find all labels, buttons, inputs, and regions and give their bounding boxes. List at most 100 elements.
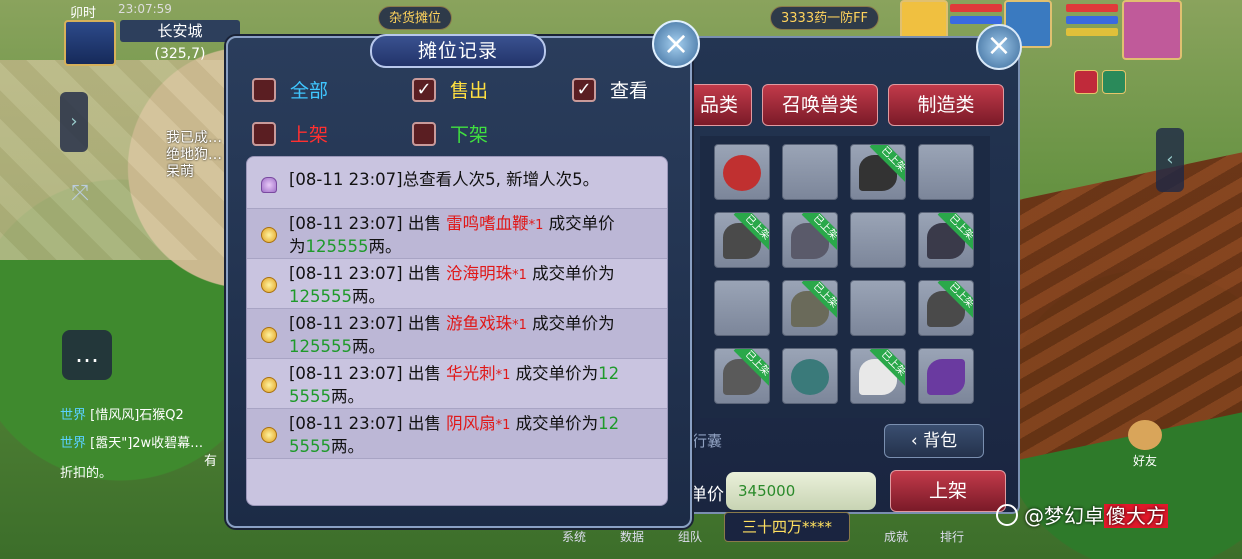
item-slot[interactable] bbox=[782, 144, 838, 200]
pet-mp-bar bbox=[950, 16, 1002, 24]
item-slot[interactable] bbox=[714, 280, 770, 336]
expand-arrows-icon[interactable]: ⤧ bbox=[62, 176, 98, 212]
city-name: 长安城 bbox=[120, 20, 240, 42]
filter-listed[interactable]: 上架 bbox=[252, 120, 328, 150]
ring-icon bbox=[791, 359, 829, 395]
record-log[interactable]: [08-11 23:07]总查看人次5, 新增人次5。 [08-11 23:07… bbox=[246, 156, 668, 506]
chat-channel: 世界 bbox=[60, 408, 87, 423]
checkbox-icon[interactable] bbox=[252, 121, 276, 146]
item-name: 沧海明珠 bbox=[446, 264, 513, 283]
handshake-icon bbox=[1128, 420, 1162, 450]
item-slot[interactable]: 已上架 bbox=[782, 212, 838, 268]
filter-label: 全部 bbox=[290, 80, 329, 102]
filter-all[interactable]: 全部 bbox=[252, 76, 328, 106]
pearl-icon bbox=[927, 359, 965, 395]
item-slot[interactable] bbox=[782, 348, 838, 404]
tab-summons[interactable]: 召唤兽类 bbox=[762, 84, 878, 126]
item-slot[interactable]: 已上架 bbox=[782, 280, 838, 336]
filter-unlisted[interactable]: 下架 bbox=[412, 120, 488, 150]
entry-mid: 成交单价 bbox=[543, 214, 615, 233]
chat-line-tail: 折扣的。 bbox=[60, 466, 113, 481]
toolbar-item[interactable]: 排行 bbox=[940, 528, 964, 545]
coin-icon bbox=[261, 227, 277, 243]
pet-hp-bar bbox=[950, 4, 1002, 12]
anger-bar bbox=[1066, 28, 1118, 36]
person-icon bbox=[261, 177, 277, 193]
checkbox-icon[interactable] bbox=[412, 121, 436, 146]
friend-label: 好友 bbox=[1132, 454, 1157, 468]
checkbox-checked-icon[interactable]: ✓ bbox=[572, 77, 596, 102]
item-slot[interactable]: 已上架 bbox=[850, 144, 906, 200]
entry-text: [08-11 23:07] 出售 沧海明珠*1 成交单价为 125555两。 bbox=[289, 263, 665, 307]
stall-sign-button[interactable]: 3333药一防FF bbox=[770, 6, 880, 30]
item-slot[interactable]: 已上架 bbox=[918, 212, 974, 268]
toolbar-item[interactable]: 数据 bbox=[620, 528, 644, 545]
item-qty: *1 bbox=[528, 218, 544, 233]
entry-mid: 成交单价为 bbox=[510, 414, 599, 433]
player-portrait-icon[interactable] bbox=[1122, 0, 1182, 60]
item-slot[interactable] bbox=[850, 212, 906, 268]
item-name: 阴风扇 bbox=[446, 414, 496, 433]
mp-bar bbox=[1066, 16, 1118, 24]
item-slot[interactable] bbox=[850, 280, 906, 336]
item-name: 雷鸣嗜血鞭 bbox=[446, 214, 529, 233]
item-slot[interactable] bbox=[918, 144, 974, 200]
money-display: 三十四万**** bbox=[724, 512, 850, 542]
item-slot[interactable]: 已上架 bbox=[918, 280, 974, 336]
toolbar-item[interactable]: 组队 bbox=[678, 528, 702, 545]
item-slot[interactable] bbox=[714, 144, 770, 200]
item-slot[interactable]: 已上架 bbox=[850, 348, 906, 404]
tab-items[interactable]: 品类 bbox=[686, 84, 752, 126]
item-qty: *1 bbox=[495, 368, 511, 383]
unit: 两。 bbox=[331, 387, 364, 406]
entry-prefix: [08-11 23:07] 出售 bbox=[289, 414, 447, 433]
entry-text: [08-11 23:07] 出售 雷鸣嗜血鞭*1 成交单价 为125555两。 bbox=[289, 213, 665, 257]
toolbar-item[interactable]: 成就 bbox=[884, 528, 908, 545]
chat-text: [惜风风]石猴Q2 bbox=[90, 408, 184, 423]
chat-line-tail-right: 有 bbox=[204, 454, 218, 469]
friend-button[interactable]: 好友 bbox=[1120, 420, 1170, 469]
dialog-title: 摊位记录 bbox=[370, 34, 546, 68]
location-panel[interactable]: 卯时 23:07:59 长安城 (325,7) bbox=[62, 0, 242, 70]
coin-icon bbox=[261, 427, 277, 443]
stall-name-button[interactable]: 杂货摊位 bbox=[378, 6, 453, 30]
filter-sold[interactable]: ✓ 售出 bbox=[412, 76, 488, 106]
heart-icon[interactable] bbox=[1074, 70, 1098, 94]
checkbox-checked-icon[interactable]: ✓ bbox=[412, 77, 436, 102]
log-entry: [08-11 23:07]总查看人次5, 新增人次5。 bbox=[247, 157, 667, 209]
right-collapse-arrow-icon[interactable]: ‹ bbox=[1156, 128, 1184, 192]
price-input[interactable]: 345000 bbox=[726, 472, 876, 510]
entry-prefix: [08-11 23:07] 出售 bbox=[289, 264, 447, 283]
price-part: 5555 bbox=[289, 387, 331, 406]
checkbox-icon[interactable] bbox=[252, 77, 276, 102]
minimap-icon[interactable] bbox=[64, 20, 116, 66]
filter-label: 上架 bbox=[290, 124, 329, 146]
drum-icon bbox=[723, 155, 761, 191]
entry-mid: 成交单价为 bbox=[526, 314, 615, 333]
back-label: 背包 bbox=[923, 431, 958, 451]
left-collapse-arrow-icon[interactable]: › bbox=[60, 92, 88, 152]
unit: 两。 bbox=[368, 237, 402, 256]
toolbar-item[interactable]: 系统 bbox=[562, 528, 586, 545]
stall-close-icon[interactable]: × bbox=[976, 24, 1022, 70]
chat-icon[interactable]: … bbox=[62, 330, 112, 380]
log-entry: [08-11 23:07] 出售 沧海明珠*1 成交单价为 125555两。 bbox=[247, 259, 667, 309]
entry-prefix: [08-11 23:07] 出售 bbox=[289, 214, 447, 233]
filter-viewed[interactable]: ✓ 查看 bbox=[572, 76, 648, 106]
item-slot[interactable]: 已上架 bbox=[714, 348, 770, 404]
chat-text: [嚣天"]2w收碧幕… bbox=[90, 436, 204, 451]
price: 125555 bbox=[289, 337, 352, 356]
back-button[interactable]: ‹ 背包 bbox=[884, 424, 984, 458]
log-entry: [08-11 23:07] 出售 阴风扇*1 成交单价为12 5555两。 bbox=[247, 409, 667, 459]
dialog-close-icon[interactable]: × bbox=[652, 20, 700, 68]
bag-label: 行囊 bbox=[692, 432, 723, 450]
item-slot[interactable]: 已上架 bbox=[714, 212, 770, 268]
summary-text: [08-11 23:07]总查看人次5, 新增人次5。 bbox=[289, 170, 600, 189]
list-button[interactable]: 上架 bbox=[890, 470, 1006, 512]
buff-icon[interactable] bbox=[1102, 70, 1126, 94]
tab-crafting[interactable]: 制造类 bbox=[888, 84, 1004, 126]
item-qty: *1 bbox=[512, 318, 527, 333]
unit: 两。 bbox=[352, 287, 385, 306]
price: 125555 bbox=[289, 287, 352, 306]
item-slot[interactable] bbox=[918, 348, 974, 404]
